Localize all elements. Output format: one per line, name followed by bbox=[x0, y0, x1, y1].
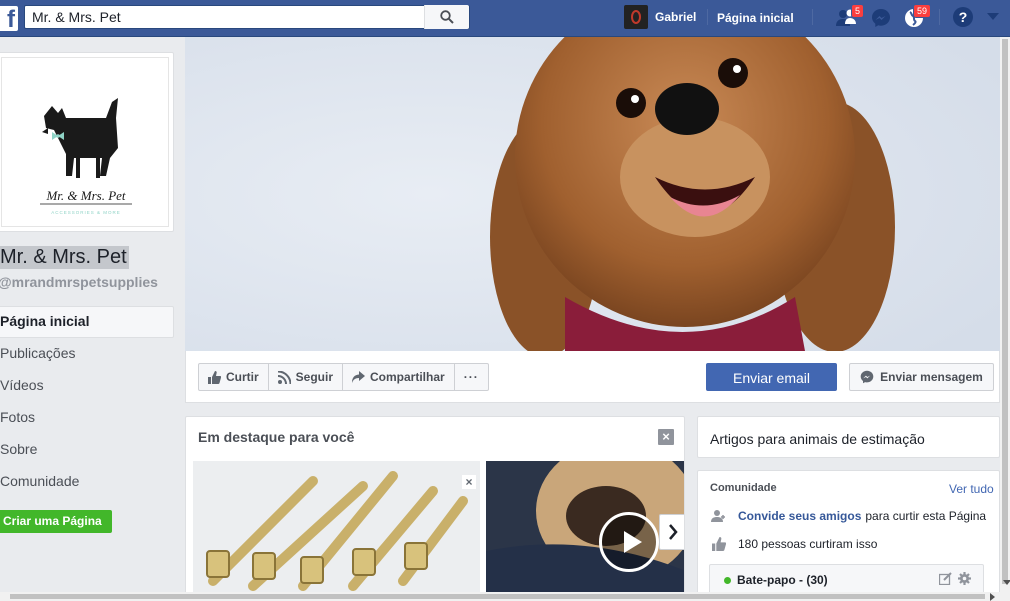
divider bbox=[812, 9, 813, 25]
divider bbox=[707, 9, 708, 25]
dog-logo-icon: Mr. & Mrs. Pet ACCESSORIES & MORE bbox=[40, 98, 132, 215]
new-message-icon[interactable] bbox=[939, 572, 952, 585]
next-arrow-button[interactable] bbox=[659, 514, 684, 550]
search-icon bbox=[440, 10, 454, 24]
play-video-icon[interactable] bbox=[599, 512, 659, 572]
close-icon[interactable]: × bbox=[658, 429, 674, 445]
category-label: Artigos para animais de estimação bbox=[710, 431, 925, 447]
notifications-button[interactable]: 59 bbox=[903, 4, 932, 29]
vertical-scrollbar[interactable] bbox=[1000, 37, 1010, 592]
left-column: Mr. & Mrs. Pet ACCESSORIES & MORE Mr. & … bbox=[0, 37, 185, 601]
gear-icon[interactable] bbox=[958, 572, 971, 585]
share-button[interactable]: Compartilhar bbox=[343, 364, 455, 390]
likes-count-text[interactable]: 180 pessoas curtiram isso bbox=[738, 537, 877, 551]
page-username[interactable]: @mrandmrspetsupplies bbox=[0, 274, 158, 290]
invite-friends-text: para curtir esta Página bbox=[865, 509, 987, 523]
share-arrow-icon bbox=[352, 371, 366, 383]
online-status-icon bbox=[724, 577, 731, 584]
send-message-label: Enviar mensagem bbox=[880, 370, 983, 384]
close-icon[interactable]: × bbox=[462, 475, 476, 489]
logo-wordmark: Mr. & Mrs. Pet bbox=[45, 188, 125, 203]
divider bbox=[939, 9, 940, 25]
home-link[interactable]: Página inicial bbox=[717, 11, 794, 25]
send-email-button[interactable]: Enviar email bbox=[706, 363, 837, 391]
friend-requests-button[interactable]: 5 bbox=[835, 4, 865, 29]
see-all-link[interactable]: Ver tudo bbox=[949, 482, 994, 496]
help-button[interactable]: ? bbox=[953, 7, 973, 27]
messenger-icon bbox=[872, 9, 890, 27]
friend-requests-badge: 5 bbox=[851, 4, 865, 18]
sidebar-item-home[interactable]: Página inicial bbox=[0, 306, 174, 338]
page-action-bar: Curtir Seguir Compartilhar ··· Enviar em… bbox=[185, 351, 1000, 403]
account-menu-caret-icon[interactable] bbox=[987, 13, 999, 20]
top-navigation-bar: f Gabriel Página inicial 5 5 bbox=[0, 0, 1010, 37]
chat-bar[interactable]: Bate-papo - (30) bbox=[709, 564, 984, 594]
facebook-logo-icon[interactable]: f bbox=[0, 6, 18, 31]
more-options-button[interactable]: ··· bbox=[455, 364, 488, 390]
featured-title: Em destaque para você bbox=[198, 429, 355, 445]
sidebar-item-about[interactable]: Sobre bbox=[0, 434, 174, 466]
notifications-badge: 59 bbox=[913, 4, 932, 18]
sidebar-item-photos[interactable]: Fotos bbox=[0, 402, 174, 434]
follow-button[interactable]: Seguir bbox=[269, 364, 344, 390]
thumbs-up-icon bbox=[710, 537, 728, 551]
share-label: Compartilhar bbox=[370, 370, 445, 384]
profile-link[interactable]: Gabriel bbox=[624, 5, 696, 29]
sidebar-item-videos[interactable]: Vídeos bbox=[0, 370, 174, 402]
like-label: Curtir bbox=[226, 370, 259, 384]
page-actions-group: Curtir Seguir Compartilhar ··· bbox=[198, 363, 489, 391]
more-dots-icon: ··· bbox=[463, 370, 479, 384]
scroll-right-arrow-icon[interactable] bbox=[990, 593, 995, 601]
messenger-icon bbox=[860, 370, 874, 384]
scroll-down-arrow-icon[interactable] bbox=[1003, 580, 1010, 585]
poodle-cover-image bbox=[185, 37, 1000, 351]
featured-card-video[interactable] bbox=[486, 461, 684, 600]
cover-photo[interactable] bbox=[185, 37, 1000, 351]
chevron-right-icon bbox=[669, 524, 678, 540]
scrollbar-thumb[interactable] bbox=[10, 594, 985, 599]
send-message-button[interactable]: Enviar mensagem bbox=[849, 363, 994, 391]
horizontal-scrollbar[interactable] bbox=[0, 592, 1010, 601]
chat-label: Bate-papo - (30) bbox=[737, 573, 828, 587]
scrollbar-thumb[interactable] bbox=[1002, 39, 1008, 584]
like-button[interactable]: Curtir bbox=[199, 364, 269, 390]
featured-card-collars[interactable]: × bbox=[193, 461, 480, 600]
logo-tagline: ACCESSORIES & MORE bbox=[51, 210, 121, 215]
thumbs-up-icon bbox=[208, 370, 221, 384]
messages-button[interactable] bbox=[870, 7, 892, 29]
create-page-button[interactable]: Criar uma Página bbox=[0, 510, 112, 533]
search-input[interactable] bbox=[25, 6, 425, 28]
page-category[interactable]: Artigos para animais de estimação bbox=[697, 416, 1000, 458]
page-logo: Mr. & Mrs. Pet ACCESSORIES & MORE bbox=[1, 57, 169, 227]
sidebar-item-community[interactable]: Comunidade bbox=[0, 466, 174, 498]
user-name: Gabriel bbox=[655, 10, 697, 24]
invite-friends-row: Convide seus amigos para curtir esta Pág… bbox=[710, 509, 986, 523]
invite-friends-icon bbox=[710, 509, 728, 523]
profile-picture-card[interactable]: Mr. & Mrs. Pet ACCESSORIES & MORE bbox=[0, 52, 174, 232]
sidebar-item-posts[interactable]: Publicações bbox=[0, 338, 174, 370]
rss-follow-icon bbox=[277, 370, 291, 384]
chat-actions bbox=[939, 572, 971, 585]
page-navigation: Página inicial Publicações Vídeos Fotos … bbox=[0, 306, 174, 498]
search-button[interactable] bbox=[424, 5, 469, 29]
follow-label: Seguir bbox=[295, 370, 334, 384]
page-title[interactable]: Mr. & Mrs. Pet bbox=[0, 246, 129, 269]
collars-image bbox=[193, 461, 480, 600]
invite-friends-link[interactable]: Convide seus amigos bbox=[738, 509, 861, 523]
avatar bbox=[624, 5, 648, 29]
featured-section: Em destaque para você × × bbox=[185, 416, 685, 601]
search-box bbox=[24, 5, 470, 29]
community-title: Comunidade bbox=[710, 482, 777, 494]
likes-row: 180 pessoas curtiram isso bbox=[710, 537, 877, 551]
